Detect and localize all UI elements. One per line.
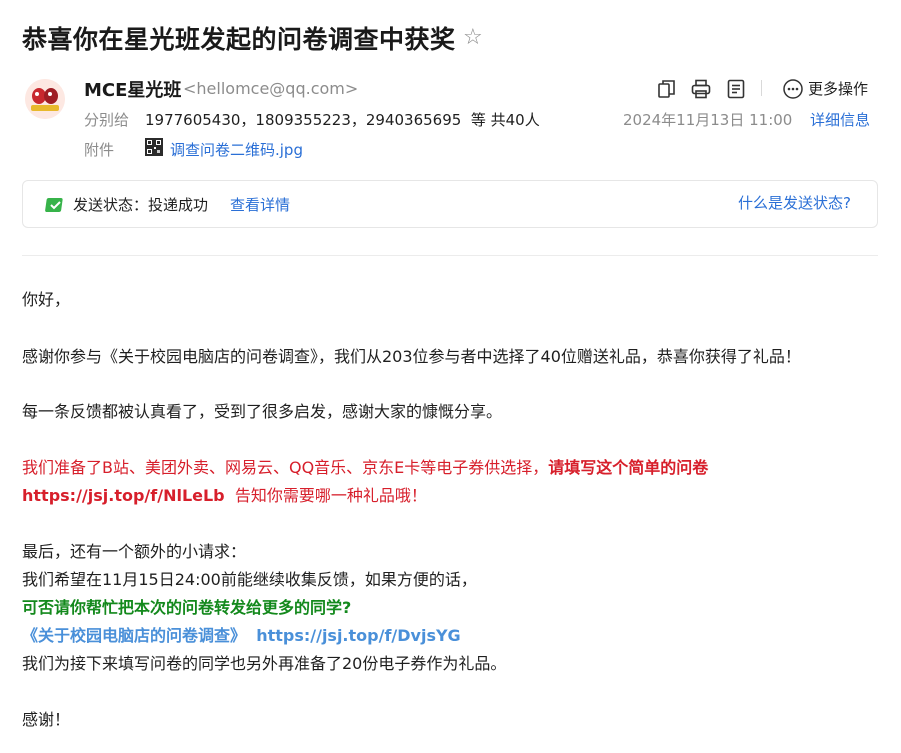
greeting: 你好， — [22, 290, 71, 309]
check-icon — [45, 197, 65, 217]
body-paragraph-8: 我们为接下来填写问卷的同学也另外再准备了20份电子券作为礼品。 — [22, 654, 507, 673]
more-icon — [783, 79, 803, 99]
print-icon[interactable] — [690, 78, 712, 100]
mail-subject: 恭喜你在星光班发起的问卷调查中获奖 — [22, 25, 456, 54]
delivery-status-text: 发送状态：投递成功 — [73, 196, 209, 214]
body-paragraph-4: 最后，还有一个额外的小请求： — [22, 542, 247, 561]
forward-survey-link[interactable]: https://jsj.top/f/DvjsYG — [256, 626, 461, 645]
gift-request-text: 告知你需要哪一种礼品哦！ — [234, 486, 427, 505]
view-status-details-link[interactable]: 查看详情 — [230, 194, 290, 215]
note-icon[interactable] — [725, 78, 747, 100]
header-divider — [22, 255, 878, 256]
sender-name[interactable]: MCE星光班 — [84, 76, 181, 102]
copy-icon[interactable] — [656, 78, 678, 100]
forward-request: 可否请你帮忙把本次的问卷转发给更多的同学? — [22, 598, 352, 617]
closing-thanks: 感谢！ — [22, 710, 71, 729]
recipients-label: 分别给 — [84, 111, 130, 129]
avatar[interactable] — [25, 79, 65, 119]
body-paragraph-3-link-line: https://jsj.top/f/NlLeLb 告知你需要哪一种礼品哦！ — [22, 482, 427, 506]
gift-options-text: 我们准备了B站、美团外卖、网易云、QQ音乐、京东E卡等电子券供选择， — [22, 458, 549, 477]
survey-link[interactable]: https://jsj.top/f/NlLeLb — [22, 486, 225, 505]
more-actions-label[interactable]: 更多操作 — [808, 78, 868, 99]
details-link[interactable]: 详细信息 — [810, 109, 870, 130]
forward-survey-title: 《关于校园电脑店的问卷调查》 — [22, 626, 247, 645]
forward-survey-line: 《关于校园电脑店的问卷调查》 https://jsj.top/f/DvjsYG — [22, 622, 461, 646]
toolbar-divider — [761, 80, 762, 96]
more-actions-button[interactable]: 更多操作 — [782, 78, 868, 104]
attachment-link[interactable]: 调查问卷二维码.jpg — [170, 139, 303, 160]
fill-survey-prompt: 请填写这个简单的问卷 — [548, 458, 709, 477]
avatar-logo — [25, 79, 65, 119]
body-paragraph-2: 每一条反馈都被认真看了，受到了很多启发，感谢大家的慷慨分享。 — [22, 402, 503, 421]
recipients-names[interactable]: 1977605430，1809355223，2940365695 — [145, 111, 461, 129]
body-paragraph-1: 感谢你参与《关于校园电脑店的问卷调查》，我们从203位参与者中选择了40位赠送礼… — [22, 347, 801, 366]
body-paragraph-3: 我们准备了B站、美团外卖、网易云、QQ音乐、京东E卡等电子券供选择，请填写这个简… — [22, 454, 708, 478]
recipients-list[interactable]: 1977605430，1809355223，2940365695 等 共40人 — [145, 109, 540, 130]
attachment-label: 附件 — [84, 141, 115, 159]
attachment-thumbnail-icon[interactable] — [145, 138, 163, 156]
recipients-more[interactable]: 等 共40人 — [471, 111, 540, 129]
sender-email[interactable]: <hellomce@qq.com> — [183, 79, 358, 98]
body-paragraph-5: 我们希望在11月15日24:00前能继续收集反馈，如果方便的话， — [22, 570, 477, 589]
mail-date: 2024年11月13日 11:00 — [623, 111, 793, 129]
delivery-status-panel: 发送状态：投递成功 查看详情 什么是发送状态? — [22, 180, 878, 228]
star-icon[interactable]: ☆ — [463, 25, 483, 50]
status-help-link[interactable]: 什么是发送状态? — [738, 192, 851, 213]
